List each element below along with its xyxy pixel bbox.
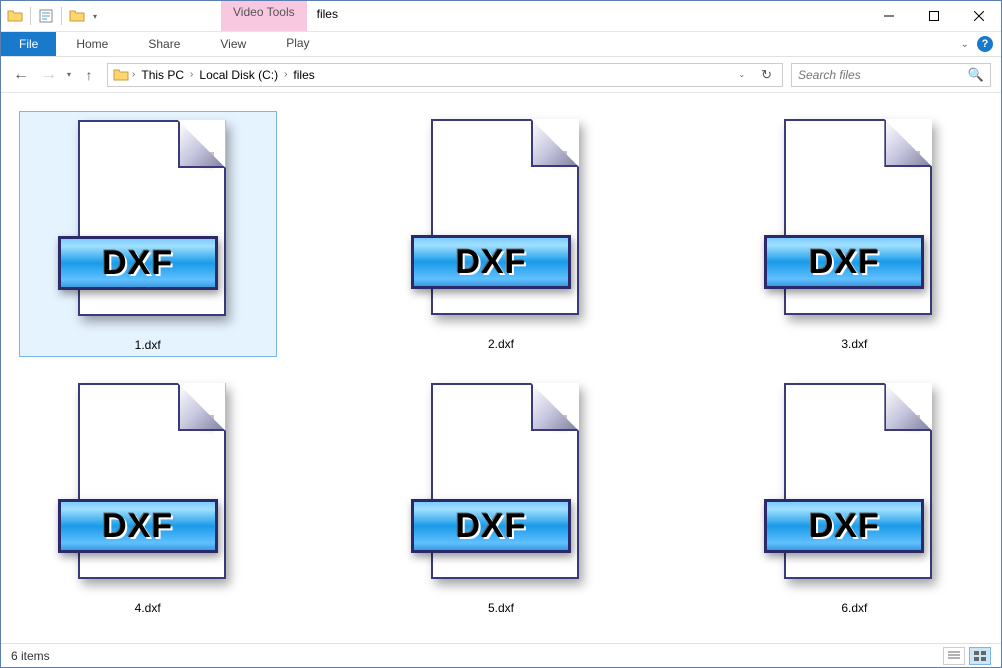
file-name-label: 4.dxf (135, 601, 161, 615)
tab-share[interactable]: Share (128, 32, 200, 56)
back-button[interactable]: ← (11, 66, 31, 84)
properties-icon[interactable] (36, 6, 56, 26)
up-button[interactable]: ↑ (79, 67, 99, 83)
item-count: 6 items (11, 649, 50, 663)
file-name-label: 2.dxf (488, 337, 514, 351)
dxf-file-icon: DXF (764, 379, 944, 589)
ribbon-tabs: File Home Share View Play ⌄ ? (1, 32, 1001, 57)
separator (61, 7, 62, 25)
dxf-file-icon: DXF (764, 115, 944, 325)
dxf-file-icon: DXF (58, 379, 238, 589)
file-item[interactable]: DXF 5.dxf (372, 375, 630, 619)
file-item[interactable]: DXF 2.dxf (372, 111, 630, 357)
search-icon[interactable]: 🔍 (968, 67, 984, 83)
contextual-tab-group: Video Tools (221, 1, 307, 31)
file-type-badge: DXF (102, 507, 173, 546)
details-view-button[interactable] (943, 647, 965, 665)
window-controls (866, 1, 1001, 31)
breadcrumb-drive[interactable]: Local Disk (C:) (195, 68, 282, 82)
help-icon[interactable]: ? (977, 36, 993, 52)
breadcrumb-folder[interactable]: files (289, 68, 318, 82)
file-item[interactable]: DXF 3.dxf (725, 111, 983, 357)
file-item[interactable]: DXF 6.dxf (725, 375, 983, 619)
search-input[interactable] (798, 68, 968, 82)
dxf-file-icon: DXF (411, 115, 591, 325)
file-type-badge: DXF (809, 243, 880, 282)
dxf-file-icon: DXF (411, 379, 591, 589)
file-name-label: 1.dxf (135, 338, 161, 352)
chevron-right-icon[interactable]: › (130, 69, 137, 80)
file-type-badge: DXF (455, 243, 526, 282)
close-button[interactable] (956, 1, 1001, 31)
tab-home[interactable]: Home (56, 32, 128, 56)
file-name-label: 3.dxf (841, 337, 867, 351)
file-type-badge: DXF (455, 507, 526, 546)
chevron-right-icon[interactable]: › (188, 69, 195, 80)
explorer-window: ▾ Video Tools files File Home Share View… (0, 0, 1002, 668)
breadcrumb-this-pc[interactable]: This PC (137, 68, 188, 82)
file-item[interactable]: DXF 4.dxf (19, 375, 277, 619)
address-dropdown-icon[interactable]: ⌄ (734, 70, 749, 79)
refresh-icon[interactable]: ↻ (755, 67, 778, 83)
forward-button[interactable]: → (39, 66, 59, 84)
separator (30, 7, 31, 25)
file-item[interactable]: DXF 1.dxf (19, 111, 277, 357)
thumbnails-view-button[interactable] (969, 647, 991, 665)
file-type-badge: DXF (809, 507, 880, 546)
file-tab[interactable]: File (1, 32, 56, 56)
maximize-button[interactable] (911, 1, 956, 31)
history-dropdown-icon[interactable]: ▾ (67, 70, 71, 79)
quick-access-toolbar: ▾ (1, 1, 101, 31)
file-name-label: 5.dxf (488, 601, 514, 615)
folder-icon (112, 66, 130, 84)
file-pane[interactable]: DXF 1.dxf DXF 2.dxf DXF 3.dxf DXF 4.dxf DXF 5.dxf… (1, 93, 1001, 643)
navigation-bar: ← → ▾ ↑ › This PC › Local Disk (C:) › fi… (1, 57, 1001, 93)
file-grid: DXF 1.dxf DXF 2.dxf DXF 3.dxf DXF 4.dxf DXF 5.dxf… (11, 111, 991, 619)
window-title: files (307, 1, 866, 31)
tab-view[interactable]: View (200, 32, 266, 56)
tab-play[interactable]: Play (266, 32, 329, 56)
qat-dropdown-icon[interactable]: ▾ (89, 12, 101, 21)
title-bar: ▾ Video Tools files (1, 1, 1001, 32)
minimize-button[interactable] (866, 1, 911, 31)
search-box[interactable]: 🔍 (791, 63, 991, 87)
ribbon-expand-icon[interactable]: ⌄ (961, 39, 969, 50)
folder-icon (5, 6, 25, 26)
dxf-file-icon: DXF (58, 116, 238, 326)
chevron-right-icon[interactable]: › (282, 69, 289, 80)
file-type-badge: DXF (102, 244, 173, 283)
status-bar: 6 items (1, 643, 1001, 667)
address-bar[interactable]: › This PC › Local Disk (C:) › files ⌄ ↻ (107, 63, 783, 87)
file-name-label: 6.dxf (841, 601, 867, 615)
new-folder-icon[interactable] (67, 6, 87, 26)
